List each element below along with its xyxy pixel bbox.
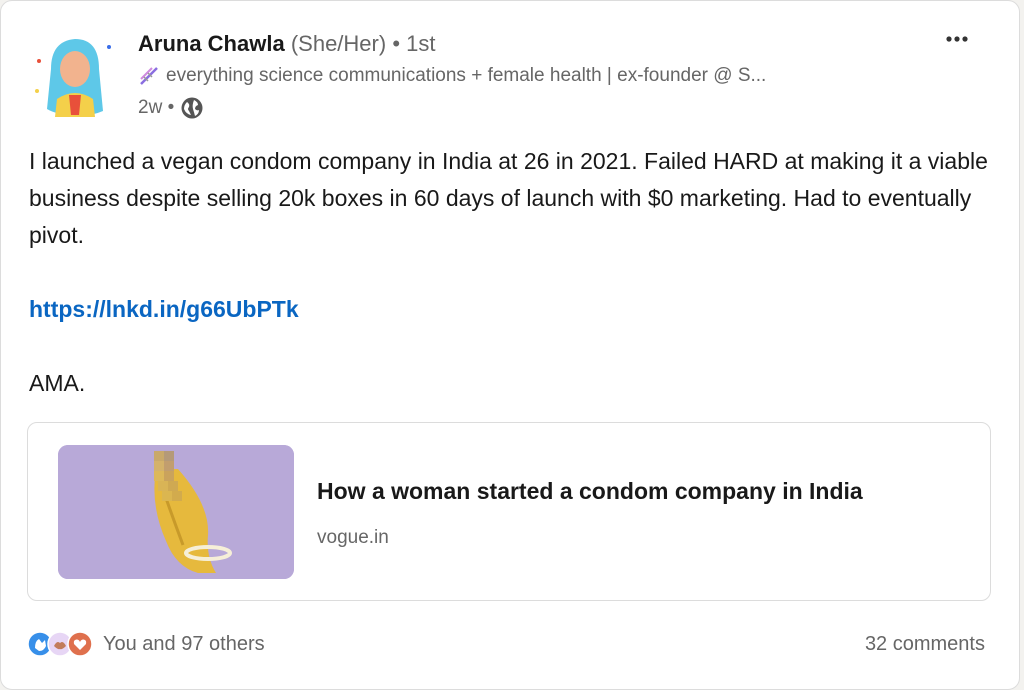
feed-post-card: Aruna Chawla (She/Her) • 1st everything … [0, 0, 1020, 690]
post-time-row: 2w • [138, 96, 204, 120]
more-options-icon [946, 36, 968, 42]
author-name[interactable]: Aruna Chawla [138, 31, 285, 56]
reactions-count[interactable]: You and 97 others [103, 633, 265, 656]
author-name-line[interactable]: Aruna Chawla (She/Her) • 1st [138, 31, 435, 57]
preview-source: vogue.in [317, 527, 389, 548]
more-options-button[interactable] [939, 27, 975, 51]
post-body: I launched a vegan condom company in Ind… [29, 143, 989, 402]
author-headline: everything science communications + fema… [166, 65, 767, 86]
post-time[interactable]: 2w • [138, 97, 174, 119]
love-icon [67, 631, 93, 657]
preview-title[interactable]: How a woman started a condom company in … [317, 478, 863, 505]
post-closing: AMA. [29, 370, 86, 396]
globe-icon [181, 97, 203, 119]
reactions-summary[interactable]: You and 97 others [27, 631, 265, 657]
post-text: I launched a vegan condom company in Ind… [29, 148, 988, 248]
preview-thumbnail [58, 445, 294, 579]
author-avatar[interactable] [29, 29, 119, 119]
comments-count[interactable]: 32 comments [865, 633, 985, 656]
dna-icon [140, 67, 158, 85]
author-pronouns: (She/Her) [290, 31, 387, 56]
post-link[interactable]: https://lnkd.in/g66UbPTk [29, 296, 299, 322]
author-headline-row: everything science communications + fema… [138, 65, 766, 87]
reaction-icons [27, 631, 93, 657]
link-preview-card[interactable]: How a woman started a condom company in … [27, 422, 991, 601]
connection-degree: • 1st [392, 31, 436, 56]
